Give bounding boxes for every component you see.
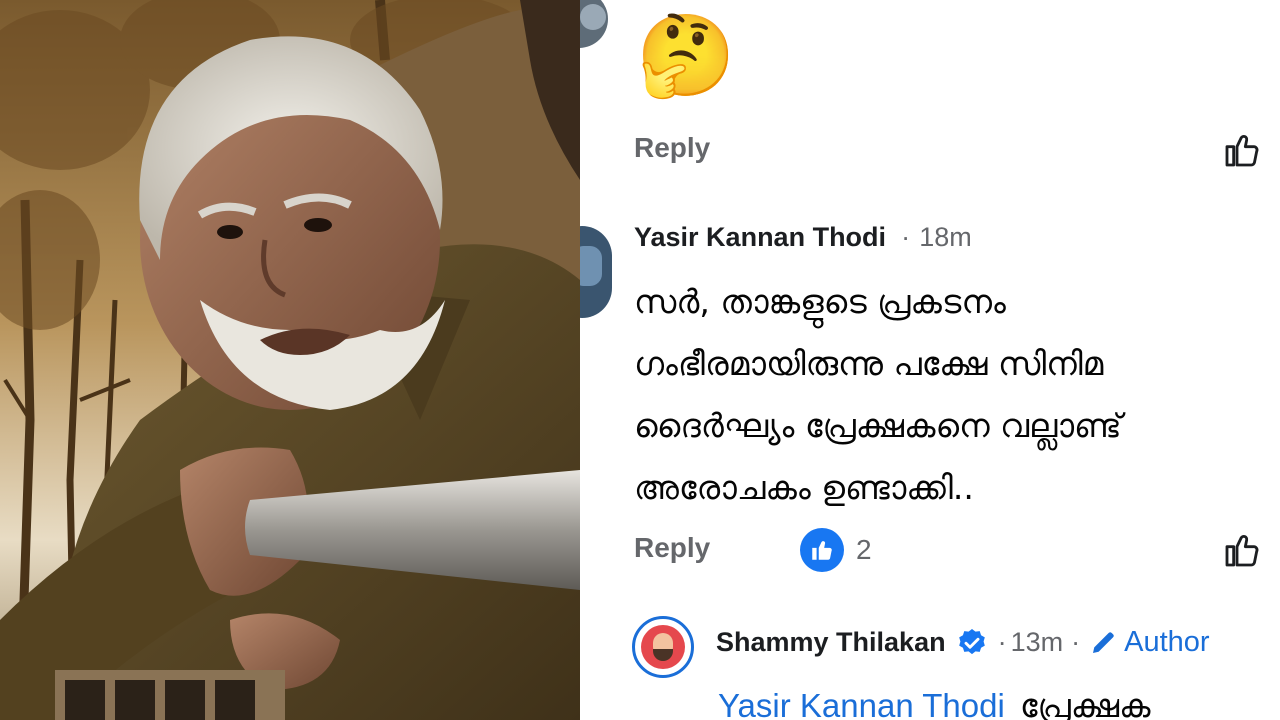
movie-still-image: [0, 0, 580, 720]
reply-header-shammy: Shammy Thilakan · 13m · Author: [716, 626, 1210, 659]
avatar-shammy[interactable]: [632, 616, 694, 678]
comment-header-yasir: Yasir Kannan Thodi · 18m: [634, 222, 972, 253]
like-reaction-badge-icon: [800, 528, 844, 572]
meta-separator: ·: [1071, 627, 1081, 657]
reply-timestamp[interactable]: 13m: [1011, 627, 1064, 658]
comment-body-line: അരോചകം ഉണ്ടാക്കി..: [634, 468, 974, 507]
reaction-count: 2: [856, 534, 872, 565]
thumbs-up-outline-icon[interactable]: [1222, 130, 1262, 170]
commenter-name[interactable]: Yasir Kannan Thodi: [634, 222, 886, 252]
pencil-icon: [1088, 628, 1118, 658]
comment-timestamp[interactable]: 18m: [919, 222, 972, 252]
thinking-face-emoji: 🤔: [636, 9, 736, 102]
verified-badge-icon: [956, 627, 988, 659]
meta-separator: ·: [997, 627, 1007, 657]
reply-button[interactable]: Reply: [634, 532, 710, 564]
comments-panel: 🤔 Reply Yasir Kannan Thodi · 18m സർ, താങ…: [580, 0, 1280, 720]
reply-author-name[interactable]: Shammy Thilakan: [716, 627, 946, 658]
mention-link[interactable]: Yasir Kannan Thodi: [718, 687, 1005, 720]
reply-body-first-line: Yasir Kannan Thodi പ്രേക്ഷക: [718, 682, 1151, 720]
reply-button[interactable]: Reply: [634, 132, 710, 164]
meta-separator: ·: [901, 222, 911, 252]
comment-body-line: ഗംഭീരമായിരുന്നു പക്ഷേ സിനിമ: [634, 344, 1104, 383]
comment-body-line: സർ, താങ്കളുടെ പ്രകടനം: [634, 282, 1006, 321]
avatar-yasir[interactable]: [580, 226, 612, 318]
comment-body: സർ, താങ്കളുടെ പ്രകടനം ഗംഭീരമായിരുന്നു പക…: [634, 278, 1122, 526]
avatar-first-commenter[interactable]: [580, 0, 608, 48]
author-label: Author: [1124, 626, 1210, 658]
reaction-summary[interactable]: 2: [800, 528, 872, 572]
comment-body-line: ദൈർഘ്യം പ്രേക്ഷകനെ വല്ലാണ്ട്: [634, 406, 1122, 445]
thumbs-up-outline-icon[interactable]: [1222, 530, 1262, 570]
reply-body-text: പ്രേക്ഷക: [1019, 686, 1151, 720]
